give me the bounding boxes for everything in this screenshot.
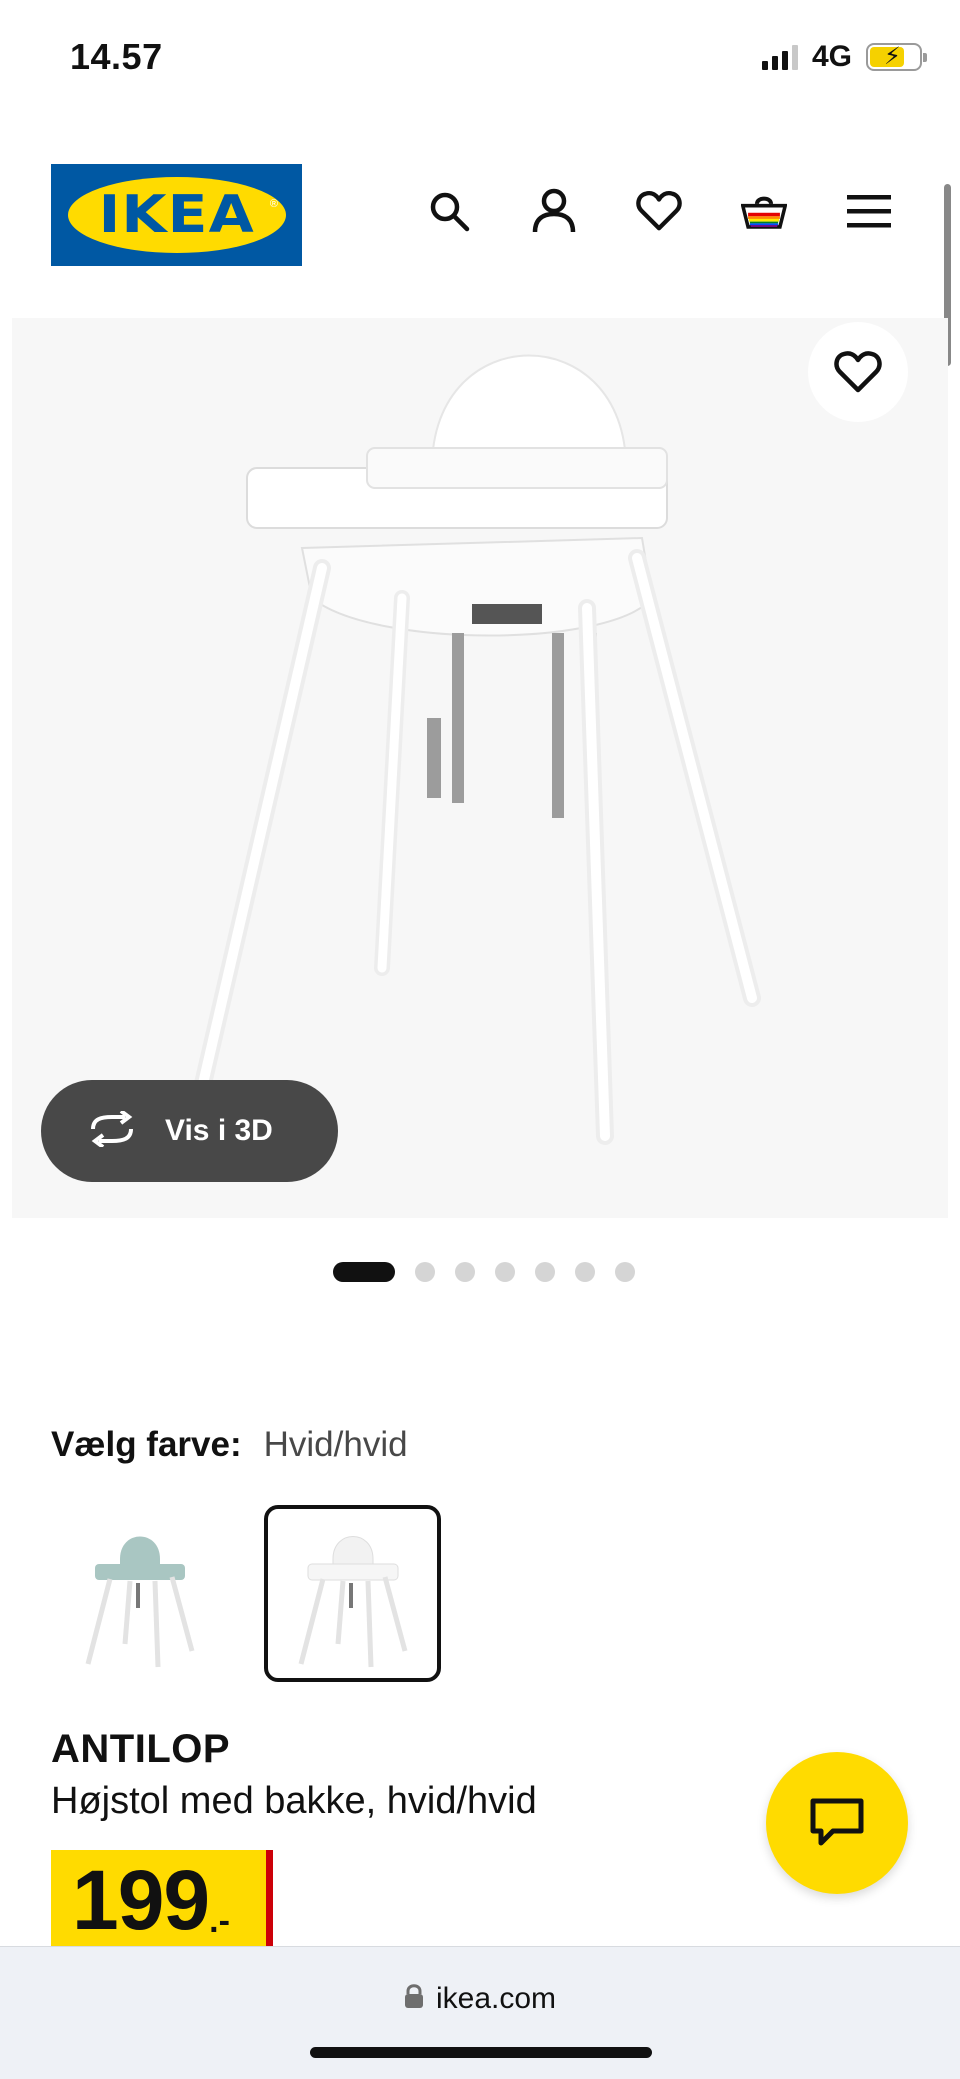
carousel-dot[interactable] (615, 1262, 635, 1282)
price-suffix: .- (209, 1902, 230, 1940)
save-to-favorites-button[interactable] (808, 322, 908, 422)
view-in-3d-label: Vis i 3D (165, 1114, 273, 1147)
site-header: IKEA ® (0, 150, 960, 280)
carousel-dot[interactable] (495, 1262, 515, 1282)
account-icon[interactable] (531, 188, 577, 234)
status-time: 14.57 (70, 36, 163, 77)
view-in-3d-button[interactable]: Vis i 3D (41, 1080, 338, 1182)
logo-registered-mark: ® (269, 198, 278, 210)
heart-icon (834, 351, 882, 393)
battery-icon: ⚡ (866, 43, 927, 71)
status-indicators: 4G ⚡ (761, 40, 927, 74)
signal-icon (761, 44, 798, 70)
carousel-dot[interactable] (455, 1262, 475, 1282)
search-icon[interactable] (426, 188, 472, 234)
logo-text: IKEA (98, 185, 255, 245)
carousel-dot[interactable] (535, 1262, 555, 1282)
menu-icon[interactable] (846, 188, 892, 234)
swatch-turquoise[interactable] (51, 1505, 228, 1682)
rotate-3d-icon (85, 1108, 139, 1152)
carousel-dot-active[interactable] (333, 1262, 395, 1282)
image-carousel-dots (0, 1262, 960, 1282)
product-description: Højstol med bakke, hvid/hvid (51, 1780, 537, 1822)
home-indicator[interactable] (310, 2047, 652, 2058)
header-actions (426, 188, 892, 234)
status-bar: 14.57 4G ⚡ (0, 0, 960, 120)
browser-address-bar[interactable]: ikea.com (0, 1946, 960, 2079)
ikea-logo[interactable]: IKEA ® (51, 164, 302, 266)
basket-icon[interactable] (741, 188, 787, 234)
heart-icon[interactable] (636, 188, 682, 234)
url-text: ikea.com (435, 1982, 557, 2015)
product-name: ANTILOP (51, 1727, 231, 1771)
url-display[interactable]: ikea.com (0, 1982, 960, 2016)
carousel-dot[interactable] (575, 1262, 595, 1282)
price-amount: 199 (72, 1853, 210, 1947)
chat-button[interactable] (766, 1752, 908, 1894)
price-tag: 199 .- (51, 1850, 266, 1950)
lock-icon (404, 1982, 424, 2016)
swatch-white-selected[interactable] (264, 1505, 441, 1682)
network-type: 4G (811, 40, 852, 73)
color-label: Vælg farve: (51, 1425, 242, 1464)
chat-icon (810, 1798, 864, 1846)
carousel-dot[interactable] (415, 1262, 435, 1282)
color-value: Hvid/hvid (263, 1425, 408, 1464)
color-swatches (51, 1505, 441, 1682)
color-selector-row: Vælg farve: Hvid/hvid (51, 1425, 408, 1465)
